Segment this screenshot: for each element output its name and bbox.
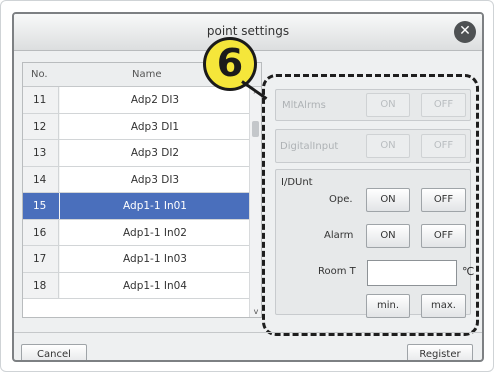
room-temp-input[interactable] — [367, 260, 457, 286]
digitalinput-group: DigitalInput ON OFF — [275, 129, 471, 163]
digitalinput-off-button[interactable]: OFF — [421, 134, 466, 158]
row-no: 16 — [23, 219, 59, 245]
alarm-off-button[interactable]: OFF — [421, 224, 466, 248]
idunt-group: I/DUnt Ope. ON OFF Alarm ON OFF Room T ℃… — [275, 169, 475, 318]
list-row[interactable]: 14 Adp3 DI3 — [23, 166, 250, 193]
idunt-label: I/DUnt — [281, 177, 313, 188]
footer-divider — [14, 332, 482, 333]
register-button[interactable]: Register — [407, 344, 473, 360]
mltalrms-off-button[interactable]: OFF — [421, 93, 466, 117]
list-row[interactable]: 12 Adp3 DI1 — [23, 113, 250, 140]
mltalrms-on-button[interactable]: ON — [366, 93, 410, 117]
list-row-selected[interactable]: 15 Adp1-1 In01 — [23, 193, 250, 220]
row-no: 11 — [23, 87, 59, 113]
ope-label: Ope. — [329, 194, 353, 205]
header-name: Name — [132, 69, 162, 80]
max-button[interactable]: max. — [421, 294, 466, 318]
row-no: 17 — [23, 246, 59, 272]
ope-off-button[interactable]: OFF — [421, 188, 466, 212]
row-name: Adp3 DI1 — [60, 113, 250, 139]
callout-dashed-region: MltAlrms ON OFF DigitalInput ON OFF I/DU… — [262, 74, 479, 336]
point-list: No. Name 11 Adp2 DI3 12 Adp3 DI1 13 Adp3 DI… — [22, 62, 262, 318]
list-row[interactable]: 11 Adp2 DI3 — [23, 87, 250, 114]
list-row[interactable]: 18 Adp1-1 In04 — [23, 272, 250, 299]
row-name: Adp1-1 In04 — [60, 272, 250, 298]
row-name: Adp1-1 In02 — [60, 219, 250, 245]
list-row[interactable]: 13 Adp3 DI2 — [23, 140, 250, 167]
dialog-footer: Cancel Register — [14, 332, 482, 360]
row-no: 15 — [23, 193, 59, 219]
screen-frame: point settings ✕ No. Name 11 Adp2 DI3 12 A… — [0, 0, 494, 372]
close-icon[interactable]: ✕ — [454, 21, 476, 43]
row-no: 18 — [23, 272, 59, 298]
point-settings-dialog: point settings ✕ No. Name 11 Adp2 DI3 12 A… — [12, 12, 484, 362]
min-button[interactable]: min. — [366, 294, 410, 318]
list-scrollbar[interactable]: ^ v — [249, 87, 261, 317]
celsius-unit: ℃ — [462, 265, 475, 278]
row-no: 13 — [23, 140, 59, 166]
list-rows: 11 Adp2 DI3 12 Adp3 DI1 13 Adp3 DI2 14 Adp3 … — [23, 87, 250, 299]
scroll-thumb[interactable] — [252, 121, 259, 137]
callout-number-badge: 6 — [203, 37, 257, 91]
cancel-button[interactable]: Cancel — [21, 344, 87, 360]
list-row[interactable]: 17 Adp1-1 In03 — [23, 246, 250, 273]
row-no: 14 — [23, 166, 59, 192]
mltalrms-label: MltAlrms — [282, 100, 326, 111]
digitalinput-label: DigitalInput — [280, 141, 339, 152]
alarm-label: Alarm — [324, 230, 354, 241]
row-no: 12 — [23, 113, 59, 139]
scroll-down-icon[interactable]: v — [250, 307, 261, 316]
room-temp-label: Room T — [318, 266, 356, 277]
row-name: Adp2 DI3 — [60, 87, 250, 113]
dialog-title: point settings — [206, 24, 290, 38]
mltalrms-group: MltAlrms ON OFF — [275, 89, 471, 121]
row-name: Adp3 DI3 — [60, 166, 250, 192]
list-row[interactable]: 16 Adp1-1 In02 — [23, 219, 250, 246]
header-no: No. — [31, 69, 48, 80]
row-name: Adp3 DI2 — [60, 140, 250, 166]
alarm-on-button[interactable]: ON — [366, 224, 410, 248]
ope-on-button[interactable]: ON — [366, 188, 410, 212]
digitalinput-on-button[interactable]: ON — [366, 134, 410, 158]
row-name: Adp1-1 In03 — [60, 246, 250, 272]
row-name: Adp1-1 In01 — [60, 193, 250, 219]
